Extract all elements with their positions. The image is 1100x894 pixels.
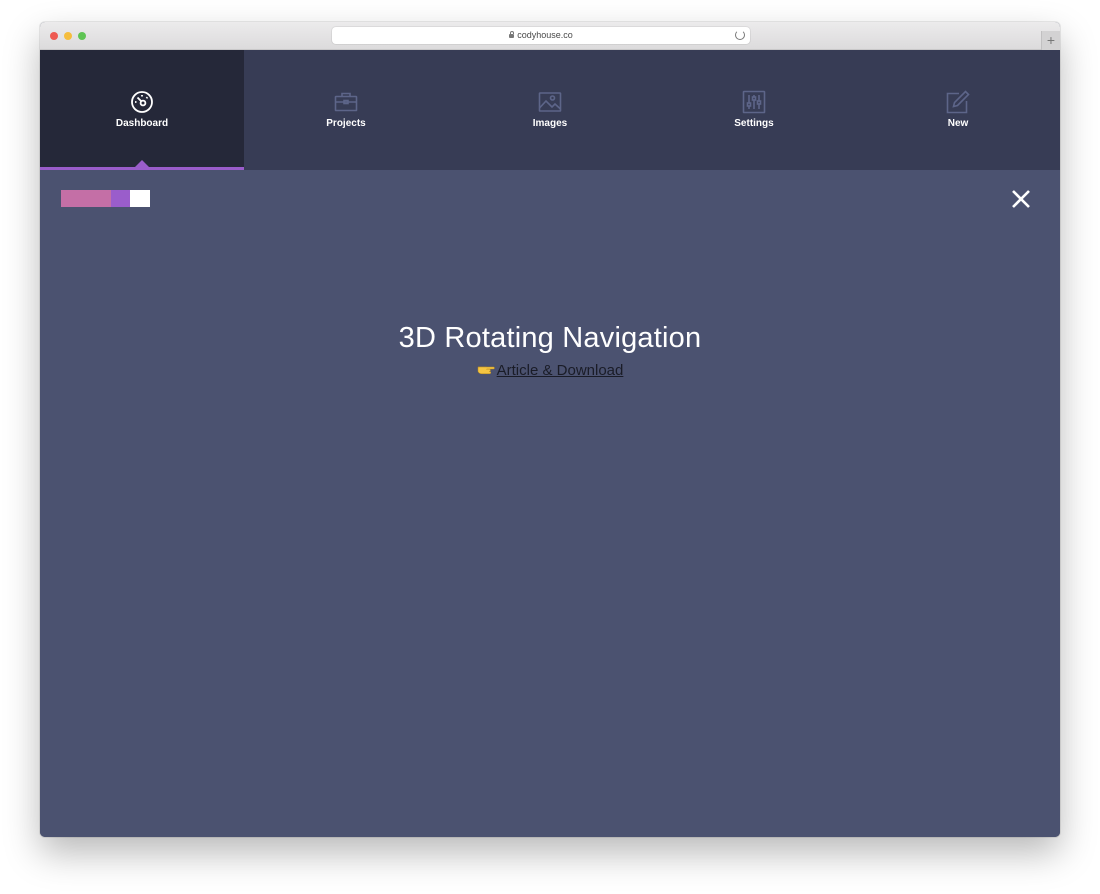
nav-label-new: New [947, 118, 969, 129]
logo-block-purple [111, 190, 130, 207]
browser-window: codyhouse.co + Dashboard Projects Images… [40, 22, 1060, 837]
pointing-hand-icon [477, 366, 495, 375]
dashboard-gauge-icon [131, 91, 153, 113]
main-content: 3D Rotating Navigation Article & Downloa… [40, 170, 1060, 837]
sliders-icon [742, 90, 766, 114]
article-download-link[interactable]: Article & Download [497, 362, 624, 379]
article-link-row: Article & Download [40, 361, 1060, 381]
edit-pencil-icon [946, 90, 970, 114]
nav-item-images[interactable]: Images [448, 50, 652, 170]
nav-label-dashboard: Dashboard [115, 118, 169, 129]
lock-icon [509, 31, 515, 38]
new-tab-button[interactable]: + [1041, 31, 1060, 50]
active-pointer [135, 160, 149, 167]
codyhouse-logo[interactable] [61, 190, 150, 207]
address-bar[interactable]: codyhouse.co [332, 27, 750, 44]
main-navigation: Dashboard Projects Images Settings New [40, 50, 1060, 170]
nav-label-projects: Projects [326, 118, 366, 129]
nav-item-new[interactable]: New [856, 50, 1060, 170]
close-icon[interactable] [1010, 188, 1032, 210]
close-window-button[interactable] [50, 32, 58, 40]
reload-icon[interactable] [735, 30, 745, 40]
nav-label-images: Images [532, 118, 568, 129]
image-icon [538, 92, 562, 112]
minimize-window-button[interactable] [64, 32, 72, 40]
logo-block-white [130, 190, 150, 207]
logo-block-pink [61, 190, 111, 207]
page-title: 3D Rotating Navigation [398, 322, 702, 354]
nav-label-settings: Settings [734, 118, 774, 129]
nav-item-dashboard[interactable]: Dashboard [40, 50, 244, 170]
url-text: codyhouse.co [517, 30, 573, 40]
nav-item-settings[interactable]: Settings [652, 50, 856, 170]
nav-item-projects[interactable]: Projects [244, 50, 448, 170]
browser-toolbar: codyhouse.co + [40, 22, 1060, 50]
briefcase-icon [334, 92, 358, 112]
zoom-window-button[interactable] [78, 32, 86, 40]
